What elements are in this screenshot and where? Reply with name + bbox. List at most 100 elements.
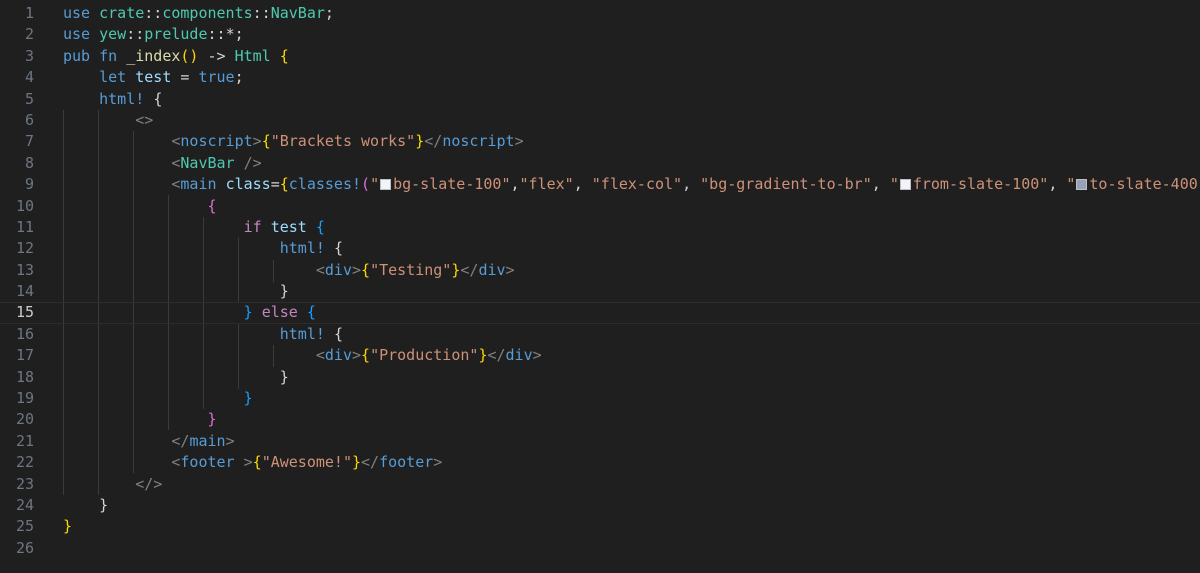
brace: } (243, 389, 253, 408)
parens: () (180, 46, 199, 65)
line-number[interactable]: 23 (0, 474, 48, 495)
code-line[interactable]: let test = true; (63, 67, 1200, 88)
code-line[interactable]: html! { (63, 238, 1200, 259)
line-number[interactable]: 24 (0, 495, 48, 516)
line-number[interactable]: 12 (0, 238, 48, 259)
tag-bracket: > (433, 453, 443, 472)
keyword: if (243, 217, 262, 236)
line-number[interactable]: 8 (0, 153, 48, 174)
code-line[interactable]: <footer >{"Awesome!"}</footer> (63, 452, 1200, 473)
line-number[interactable]: 5 (0, 89, 48, 110)
code-line[interactable]: <> (63, 110, 1200, 131)
line-number[interactable]: 7 (0, 131, 48, 152)
code-line[interactable]: use yew::prelude::*; (63, 24, 1200, 45)
component-name: NavBar (180, 153, 235, 172)
line-number[interactable]: 19 (0, 388, 48, 409)
code-line[interactable]: use crate::components::NavBar; (63, 3, 1200, 24)
line-number[interactable]: 26 (0, 538, 48, 559)
code-line[interactable]: <main class={classes!(" bg-slate-100","fl… (63, 174, 1200, 195)
namespace: components (162, 4, 253, 22)
tag-name: footer (180, 453, 235, 472)
string-quote: " (889, 175, 899, 194)
code-line[interactable]: } (63, 388, 1200, 409)
line-number[interactable]: 3 (0, 46, 48, 67)
line-number[interactable]: 14 (0, 281, 48, 302)
brace: } (352, 453, 362, 472)
line-number[interactable]: 18 (0, 367, 48, 388)
code-editor[interactable]: 1 2 3 4 5 6 7 8 9 10 11 12 13 14 15 16 17 18 19 20 21 22 23 24 2… (0, 0, 1200, 573)
namespace: yew (99, 25, 127, 44)
line-number[interactable]: 4 (0, 67, 48, 88)
code-line[interactable]: } (63, 495, 1200, 516)
line-number[interactable]: 15 (0, 302, 48, 323)
code-line[interactable]: <div>{"Production"}</div> (63, 345, 1200, 366)
line-number[interactable]: 22 (0, 452, 48, 473)
tag-bracket: < (315, 346, 325, 365)
line-number[interactable]: 20 (0, 409, 48, 430)
brace: { (333, 324, 343, 343)
brace: { (306, 303, 316, 322)
namespace: crate (99, 4, 145, 22)
code-line[interactable]: pub fn _index() -> Html { (63, 46, 1200, 67)
brace: { (261, 132, 271, 151)
code-line[interactable]: </> (63, 474, 1200, 495)
code-line[interactable]: } (63, 516, 1200, 537)
line-number[interactable]: 16 (0, 324, 48, 345)
brace: } (243, 303, 253, 322)
line-number[interactable]: 6 (0, 110, 48, 131)
brace: } (63, 517, 73, 536)
code-line[interactable]: <NavBar /> (63, 153, 1200, 174)
keyword: use (63, 4, 91, 22)
line-number[interactable]: 17 (0, 345, 48, 366)
code-line[interactable]: { (63, 196, 1200, 217)
code-line[interactable]: <div>{"Testing"}</div> (63, 260, 1200, 281)
code-line[interactable]: html! { (63, 89, 1200, 110)
line-number[interactable]: 21 (0, 431, 48, 452)
paren: ( (361, 175, 371, 194)
variable: test (270, 217, 307, 236)
string-literal: "Brackets works" (270, 132, 416, 151)
code-line[interactable]: <noscript>{"Brackets works"}</noscript> (63, 131, 1200, 152)
code-line[interactable]: if test { (63, 217, 1200, 238)
code-line[interactable]: </main> (63, 431, 1200, 452)
string-literal: "flex" (519, 175, 574, 194)
brace: { (361, 346, 371, 365)
path-separator: :: (126, 25, 145, 44)
tag-name: noscript (442, 132, 515, 151)
code-line[interactable] (63, 538, 1200, 559)
color-swatch[interactable] (1076, 179, 1088, 191)
line-number[interactable]: 11 (0, 217, 48, 238)
punctuation: , (871, 175, 890, 194)
tag-name: div (324, 346, 352, 365)
string-literal: to-slate-400" (1089, 175, 1200, 194)
code-line[interactable]: } (63, 409, 1200, 430)
tag-bracket: /> (234, 153, 262, 172)
tag-bracket: > (514, 132, 524, 151)
code-line[interactable]: } (63, 367, 1200, 388)
brace: } (207, 410, 217, 429)
brace: } (99, 495, 109, 514)
code-area[interactable]: use crate::components::NavBar; use yew::… (0, 3, 1200, 559)
keyword: let (99, 68, 127, 87)
line-number[interactable]: 1 (0, 3, 48, 24)
active-code-line[interactable]: } else { (0, 302, 1200, 325)
line-number[interactable]: 13 (0, 260, 48, 281)
path-separator: :: (144, 4, 163, 22)
keyword: fn (99, 46, 118, 65)
string-literal: "Awesome!" (261, 453, 352, 472)
operator: = (270, 175, 280, 194)
string-literal: from-slate-100" (912, 175, 1049, 194)
brace: { (207, 196, 217, 215)
line-number[interactable]: 9 (0, 174, 48, 195)
string-literal: bg-slate-100" (393, 175, 511, 194)
code-line[interactable]: } (63, 281, 1200, 302)
color-swatch[interactable] (380, 179, 392, 191)
tag-bracket: </ (460, 260, 479, 279)
line-number[interactable]: 10 (0, 196, 48, 217)
color-swatch[interactable] (899, 179, 911, 191)
line-number[interactable]: 25 (0, 516, 48, 537)
brace: { (279, 175, 289, 194)
code-line[interactable]: html! { (63, 324, 1200, 345)
line-number[interactable]: 2 (0, 24, 48, 45)
fragment-open: <> (135, 110, 154, 129)
